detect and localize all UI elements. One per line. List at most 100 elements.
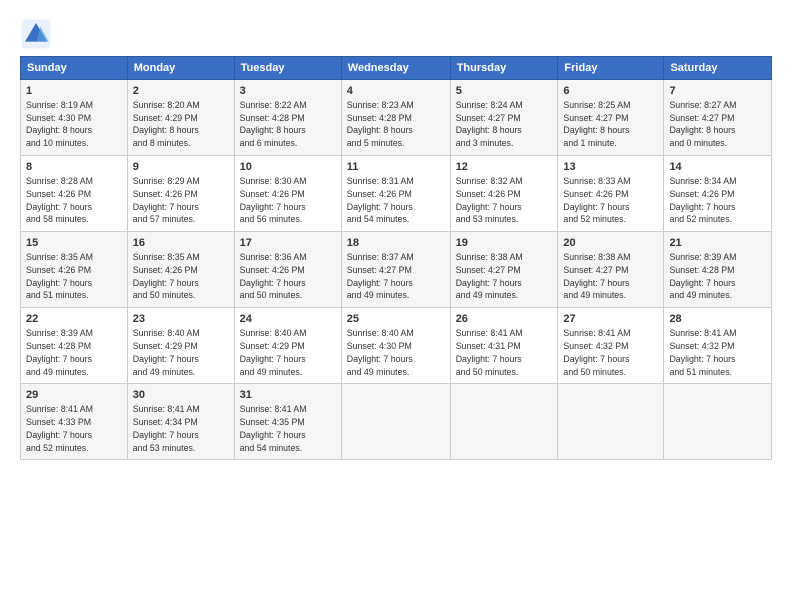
day-number: 16: [133, 236, 229, 251]
day-detail: Sunrise: 8:25 AMSunset: 4:27 PMDaylight:…: [563, 100, 630, 148]
logo-icon: [20, 18, 52, 50]
calendar-cell: 14Sunrise: 8:34 AMSunset: 4:26 PMDayligh…: [664, 156, 772, 232]
day-detail: Sunrise: 8:19 AMSunset: 4:30 PMDaylight:…: [26, 100, 93, 148]
day-number: 20: [563, 236, 658, 251]
day-number: 26: [456, 312, 553, 327]
day-header-wednesday: Wednesday: [341, 57, 450, 80]
calendar-cell: 23Sunrise: 8:40 AMSunset: 4:29 PMDayligh…: [127, 308, 234, 384]
calendar-cell: 29Sunrise: 8:41 AMSunset: 4:33 PMDayligh…: [21, 384, 128, 460]
calendar-cell: 10Sunrise: 8:30 AMSunset: 4:26 PMDayligh…: [234, 156, 341, 232]
calendar-cell: 30Sunrise: 8:41 AMSunset: 4:34 PMDayligh…: [127, 384, 234, 460]
calendar-cell: 2Sunrise: 8:20 AMSunset: 4:29 PMDaylight…: [127, 80, 234, 156]
calendar-cell: 17Sunrise: 8:36 AMSunset: 4:26 PMDayligh…: [234, 232, 341, 308]
calendar-cell: 4Sunrise: 8:23 AMSunset: 4:28 PMDaylight…: [341, 80, 450, 156]
day-detail: Sunrise: 8:32 AMSunset: 4:26 PMDaylight:…: [456, 176, 523, 224]
day-detail: Sunrise: 8:41 AMSunset: 4:33 PMDaylight:…: [26, 404, 93, 452]
day-detail: Sunrise: 8:24 AMSunset: 4:27 PMDaylight:…: [456, 100, 523, 148]
day-detail: Sunrise: 8:38 AMSunset: 4:27 PMDaylight:…: [563, 252, 630, 300]
day-number: 15: [26, 236, 122, 251]
day-detail: Sunrise: 8:38 AMSunset: 4:27 PMDaylight:…: [456, 252, 523, 300]
day-detail: Sunrise: 8:35 AMSunset: 4:26 PMDaylight:…: [26, 252, 93, 300]
header: [20, 18, 772, 50]
day-number: 7: [669, 84, 766, 99]
day-detail: Sunrise: 8:40 AMSunset: 4:29 PMDaylight:…: [133, 328, 200, 376]
calendar-cell: 13Sunrise: 8:33 AMSunset: 4:26 PMDayligh…: [558, 156, 664, 232]
calendar-cell: [450, 384, 558, 460]
day-number: 21: [669, 236, 766, 251]
calendar-cell: [664, 384, 772, 460]
day-number: 1: [26, 84, 122, 99]
calendar-week-1: 1Sunrise: 8:19 AMSunset: 4:30 PMDaylight…: [21, 80, 772, 156]
day-number: 17: [240, 236, 336, 251]
day-header-saturday: Saturday: [664, 57, 772, 80]
logo: [20, 18, 56, 50]
calendar-week-4: 22Sunrise: 8:39 AMSunset: 4:28 PMDayligh…: [21, 308, 772, 384]
calendar-page: SundayMondayTuesdayWednesdayThursdayFrid…: [0, 0, 792, 612]
day-number: 13: [563, 160, 658, 175]
day-number: 23: [133, 312, 229, 327]
day-detail: Sunrise: 8:41 AMSunset: 4:32 PMDaylight:…: [669, 328, 736, 376]
day-detail: Sunrise: 8:41 AMSunset: 4:35 PMDaylight:…: [240, 404, 307, 452]
day-detail: Sunrise: 8:40 AMSunset: 4:30 PMDaylight:…: [347, 328, 414, 376]
day-detail: Sunrise: 8:33 AMSunset: 4:26 PMDaylight:…: [563, 176, 630, 224]
calendar-header-row: SundayMondayTuesdayWednesdayThursdayFrid…: [21, 57, 772, 80]
calendar-cell: 3Sunrise: 8:22 AMSunset: 4:28 PMDaylight…: [234, 80, 341, 156]
calendar-cell: 11Sunrise: 8:31 AMSunset: 4:26 PMDayligh…: [341, 156, 450, 232]
day-detail: Sunrise: 8:34 AMSunset: 4:26 PMDaylight:…: [669, 176, 736, 224]
day-number: 19: [456, 236, 553, 251]
day-number: 2: [133, 84, 229, 99]
day-detail: Sunrise: 8:31 AMSunset: 4:26 PMDaylight:…: [347, 176, 414, 224]
day-number: 5: [456, 84, 553, 99]
day-number: 14: [669, 160, 766, 175]
day-number: 8: [26, 160, 122, 175]
calendar-cell: 25Sunrise: 8:40 AMSunset: 4:30 PMDayligh…: [341, 308, 450, 384]
day-detail: Sunrise: 8:22 AMSunset: 4:28 PMDaylight:…: [240, 100, 307, 148]
calendar-cell: 21Sunrise: 8:39 AMSunset: 4:28 PMDayligh…: [664, 232, 772, 308]
calendar-cell: 1Sunrise: 8:19 AMSunset: 4:30 PMDaylight…: [21, 80, 128, 156]
day-number: 30: [133, 388, 229, 403]
calendar-week-3: 15Sunrise: 8:35 AMSunset: 4:26 PMDayligh…: [21, 232, 772, 308]
calendar-cell: 16Sunrise: 8:35 AMSunset: 4:26 PMDayligh…: [127, 232, 234, 308]
calendar-cell: 6Sunrise: 8:25 AMSunset: 4:27 PMDaylight…: [558, 80, 664, 156]
day-number: 25: [347, 312, 445, 327]
calendar-cell: 22Sunrise: 8:39 AMSunset: 4:28 PMDayligh…: [21, 308, 128, 384]
day-header-monday: Monday: [127, 57, 234, 80]
day-number: 22: [26, 312, 122, 327]
calendar-cell: 26Sunrise: 8:41 AMSunset: 4:31 PMDayligh…: [450, 308, 558, 384]
day-number: 4: [347, 84, 445, 99]
day-number: 29: [26, 388, 122, 403]
day-detail: Sunrise: 8:23 AMSunset: 4:28 PMDaylight:…: [347, 100, 414, 148]
day-detail: Sunrise: 8:27 AMSunset: 4:27 PMDaylight:…: [669, 100, 736, 148]
day-number: 3: [240, 84, 336, 99]
day-number: 12: [456, 160, 553, 175]
calendar-table: SundayMondayTuesdayWednesdayThursdayFrid…: [20, 56, 772, 460]
day-detail: Sunrise: 8:41 AMSunset: 4:31 PMDaylight:…: [456, 328, 523, 376]
day-number: 11: [347, 160, 445, 175]
calendar-cell: 12Sunrise: 8:32 AMSunset: 4:26 PMDayligh…: [450, 156, 558, 232]
calendar-cell: 18Sunrise: 8:37 AMSunset: 4:27 PMDayligh…: [341, 232, 450, 308]
day-detail: Sunrise: 8:36 AMSunset: 4:26 PMDaylight:…: [240, 252, 307, 300]
day-number: 27: [563, 312, 658, 327]
calendar-week-2: 8Sunrise: 8:28 AMSunset: 4:26 PMDaylight…: [21, 156, 772, 232]
calendar-week-5: 29Sunrise: 8:41 AMSunset: 4:33 PMDayligh…: [21, 384, 772, 460]
calendar-cell: 27Sunrise: 8:41 AMSunset: 4:32 PMDayligh…: [558, 308, 664, 384]
calendar-cell: 31Sunrise: 8:41 AMSunset: 4:35 PMDayligh…: [234, 384, 341, 460]
day-detail: Sunrise: 8:41 AMSunset: 4:32 PMDaylight:…: [563, 328, 630, 376]
day-number: 24: [240, 312, 336, 327]
calendar-cell: 24Sunrise: 8:40 AMSunset: 4:29 PMDayligh…: [234, 308, 341, 384]
calendar-cell: 20Sunrise: 8:38 AMSunset: 4:27 PMDayligh…: [558, 232, 664, 308]
calendar-cell: 8Sunrise: 8:28 AMSunset: 4:26 PMDaylight…: [21, 156, 128, 232]
day-detail: Sunrise: 8:28 AMSunset: 4:26 PMDaylight:…: [26, 176, 93, 224]
calendar-cell: 7Sunrise: 8:27 AMSunset: 4:27 PMDaylight…: [664, 80, 772, 156]
calendar-cell: 9Sunrise: 8:29 AMSunset: 4:26 PMDaylight…: [127, 156, 234, 232]
day-header-sunday: Sunday: [21, 57, 128, 80]
day-header-friday: Friday: [558, 57, 664, 80]
day-detail: Sunrise: 8:30 AMSunset: 4:26 PMDaylight:…: [240, 176, 307, 224]
day-detail: Sunrise: 8:29 AMSunset: 4:26 PMDaylight:…: [133, 176, 200, 224]
calendar-cell: 15Sunrise: 8:35 AMSunset: 4:26 PMDayligh…: [21, 232, 128, 308]
day-header-tuesday: Tuesday: [234, 57, 341, 80]
day-detail: Sunrise: 8:20 AMSunset: 4:29 PMDaylight:…: [133, 100, 200, 148]
day-detail: Sunrise: 8:40 AMSunset: 4:29 PMDaylight:…: [240, 328, 307, 376]
day-detail: Sunrise: 8:39 AMSunset: 4:28 PMDaylight:…: [669, 252, 736, 300]
day-detail: Sunrise: 8:35 AMSunset: 4:26 PMDaylight:…: [133, 252, 200, 300]
